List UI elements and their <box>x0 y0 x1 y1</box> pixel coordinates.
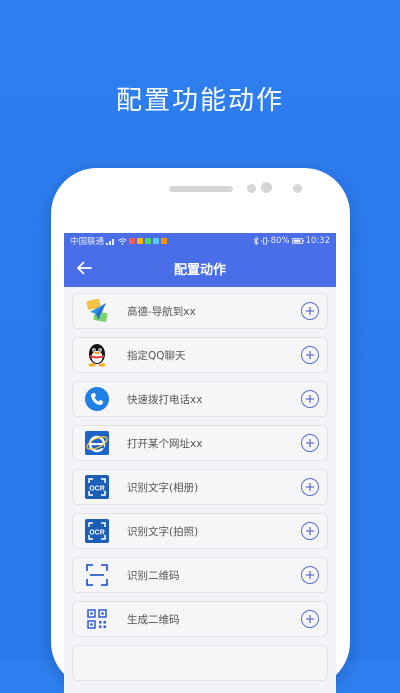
battery-percent: 80% <box>270 236 290 246</box>
action-item-partial[interactable] <box>72 645 328 681</box>
action-item[interactable]: 快速拨打电话xx <box>72 381 328 417</box>
add-button[interactable] <box>301 566 319 584</box>
notification-icon <box>129 238 136 244</box>
plus-icon <box>306 615 314 623</box>
action-item[interactable]: 生成二维码 <box>72 601 328 637</box>
phone-icon <box>83 385 111 413</box>
plus-icon <box>306 307 314 315</box>
plus-icon <box>306 351 314 359</box>
back-button[interactable] <box>72 256 96 280</box>
action-item[interactable]: 打开某个网址xx <box>72 425 328 461</box>
qrcode-icon <box>83 605 111 633</box>
status-time: 10:32 <box>305 236 331 246</box>
arrow-left-icon <box>77 261 92 275</box>
action-label: 识别二维码 <box>127 569 180 582</box>
battery-icon <box>291 238 304 244</box>
ocr-icon: OCR <box>83 473 111 501</box>
phone-sensor <box>247 184 256 193</box>
plus-icon <box>306 439 314 447</box>
status-bar: 中国联通 80% 10:32 <box>64 233 336 249</box>
action-label: 生成二维码 <box>127 613 180 626</box>
notification-icon <box>137 238 144 244</box>
action-label: 指定QQ聊天 <box>127 349 186 362</box>
svg-text:OCR: OCR <box>89 485 105 492</box>
action-list: 高德-导航到xx 指定QQ聊天 快速拨打电话xx 打开某个网址xx OCR 识别… <box>64 287 336 681</box>
scan-icon <box>83 561 111 589</box>
notification-icon <box>153 238 160 244</box>
add-button[interactable] <box>301 522 319 540</box>
phone-speaker <box>169 186 233 192</box>
action-label: 快速拨打电话xx <box>127 393 203 406</box>
add-button[interactable] <box>301 346 319 364</box>
bluetooth-icon <box>253 237 259 245</box>
action-item[interactable]: 识别二维码 <box>72 557 328 593</box>
add-button[interactable] <box>301 610 319 628</box>
svg-text:OCR: OCR <box>89 529 105 536</box>
add-button[interactable] <box>301 478 319 496</box>
qq-penguin-icon <box>83 341 111 369</box>
wifi-icon <box>118 237 127 245</box>
plus-icon <box>306 571 314 579</box>
signal-icon <box>106 238 115 245</box>
plus-icon <box>306 395 314 403</box>
amap-navigation-icon <box>83 297 111 325</box>
add-button[interactable] <box>301 302 319 320</box>
action-label: 打开某个网址xx <box>127 437 203 450</box>
action-item[interactable]: 指定QQ聊天 <box>72 337 328 373</box>
vibrate-icon <box>260 237 269 245</box>
notification-icon <box>161 238 168 244</box>
action-item[interactable]: OCR 识别文字(相册) <box>72 469 328 505</box>
plus-icon <box>306 483 314 491</box>
action-item[interactable]: OCR 识别文字(拍照) <box>72 513 328 549</box>
action-label: 识别文字(拍照) <box>127 525 199 538</box>
app-screen: 中国联通 80% 10:32 配置动作 高德-导航到xx 指定QQ聊天 快速拨打… <box>64 233 336 693</box>
phone-camera <box>261 182 272 193</box>
browser-ie-icon <box>83 429 111 457</box>
phone-sensor <box>293 184 302 193</box>
ocr-icon: OCR <box>83 517 111 545</box>
promo-title: 配置功能动作 <box>115 86 284 116</box>
action-label: 识别文字(相册) <box>127 481 199 494</box>
add-button[interactable] <box>301 434 319 452</box>
app-bar: 配置动作 <box>64 249 336 287</box>
carrier-label: 中国联通 <box>70 237 105 247</box>
add-button[interactable] <box>301 390 319 408</box>
plus-icon <box>306 527 314 535</box>
phone-frame: 中国联通 80% 10:32 配置动作 高德-导航到xx 指定QQ聊天 快速拨打… <box>51 168 350 693</box>
action-item[interactable]: 高德-导航到xx <box>72 293 328 329</box>
action-label: 高德-导航到xx <box>127 305 196 318</box>
page-title: 配置动作 <box>173 262 226 278</box>
notification-icon <box>145 238 152 244</box>
